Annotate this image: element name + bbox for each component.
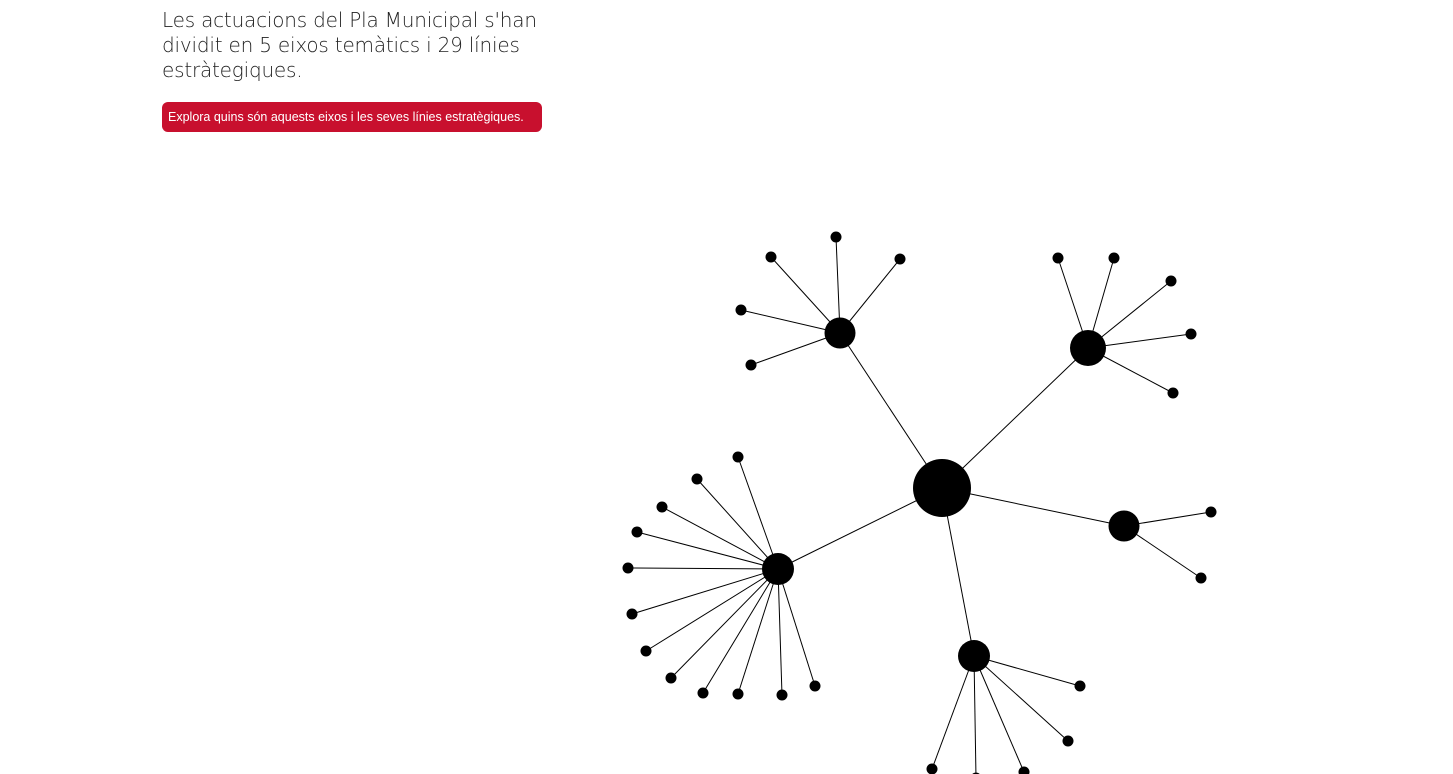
line-node-eix-1-4[interactable] bbox=[735, 304, 747, 316]
line-node-eix-4-1[interactable] bbox=[732, 451, 744, 463]
link-eix-4-line-7 bbox=[645, 568, 779, 652]
axis-node-eix-5[interactable] bbox=[958, 640, 990, 672]
line-node-eix-4-6[interactable] bbox=[626, 608, 638, 620]
line-node-eix-2-4[interactable] bbox=[1185, 328, 1197, 340]
link-eix-5-line-5 bbox=[931, 655, 975, 770]
line-node-eix-5-1[interactable] bbox=[1074, 680, 1086, 692]
link-eix-5-line-3 bbox=[973, 655, 1025, 773]
graph-nodes bbox=[622, 231, 1217, 774]
line-node-eix-5-5[interactable] bbox=[926, 763, 938, 774]
line-node-eix-4-2[interactable] bbox=[691, 473, 703, 485]
link-eix-4-line-2 bbox=[696, 478, 779, 570]
link-eix-4-line-10 bbox=[737, 568, 779, 695]
axis-node-eix-3[interactable] bbox=[1108, 510, 1140, 542]
line-node-eix-1-2[interactable] bbox=[765, 251, 777, 263]
line-node-eix-4-10[interactable] bbox=[732, 688, 744, 700]
line-node-eix-1-5[interactable] bbox=[745, 359, 757, 371]
axis-node-eix-4[interactable] bbox=[762, 553, 794, 585]
line-node-eix-2-2[interactable] bbox=[1108, 252, 1120, 264]
line-node-eix-2-3[interactable] bbox=[1165, 275, 1177, 287]
line-node-eix-3-1[interactable] bbox=[1205, 506, 1217, 518]
line-node-eix-4-3[interactable] bbox=[656, 501, 668, 513]
link-eix-4-line-11 bbox=[777, 568, 783, 696]
axis-node-eix-2[interactable] bbox=[1070, 330, 1106, 366]
link-root-eix-2 bbox=[941, 347, 1089, 489]
link-eix-4-line-12 bbox=[777, 568, 816, 687]
link-eix-5-line-2 bbox=[973, 655, 1069, 742]
line-node-eix-4-7[interactable] bbox=[640, 645, 652, 657]
line-node-eix-3-2[interactable] bbox=[1195, 572, 1207, 584]
link-eix-5-line-4 bbox=[973, 655, 977, 774]
network-graph bbox=[622, 231, 1217, 774]
link-eix-4-line-3 bbox=[661, 506, 779, 570]
line-node-eix-5-3[interactable] bbox=[1018, 766, 1030, 774]
line-node-eix-4-4[interactable] bbox=[631, 526, 643, 538]
link-eix-4-line-5 bbox=[627, 567, 779, 570]
line-node-eix-4-11[interactable] bbox=[776, 689, 788, 701]
axis-node-eix-1[interactable] bbox=[824, 317, 856, 349]
line-node-eix-4-9[interactable] bbox=[697, 687, 709, 699]
line-node-eix-2-1[interactable] bbox=[1052, 252, 1064, 264]
line-node-eix-4-5[interactable] bbox=[622, 562, 634, 574]
link-eix-4-line-9 bbox=[702, 568, 779, 694]
line-node-eix-4-12[interactable] bbox=[809, 680, 821, 692]
line-node-eix-5-2[interactable] bbox=[1062, 735, 1074, 747]
link-eix-4-line-4 bbox=[636, 531, 779, 570]
link-eix-4-line-1 bbox=[737, 456, 779, 570]
line-node-eix-2-5[interactable] bbox=[1167, 387, 1179, 399]
line-node-eix-1-3[interactable] bbox=[894, 253, 906, 265]
line-node-eix-1-1[interactable] bbox=[830, 231, 842, 243]
line-node-eix-4-8[interactable] bbox=[665, 672, 677, 684]
root-node[interactable] bbox=[913, 459, 971, 517]
